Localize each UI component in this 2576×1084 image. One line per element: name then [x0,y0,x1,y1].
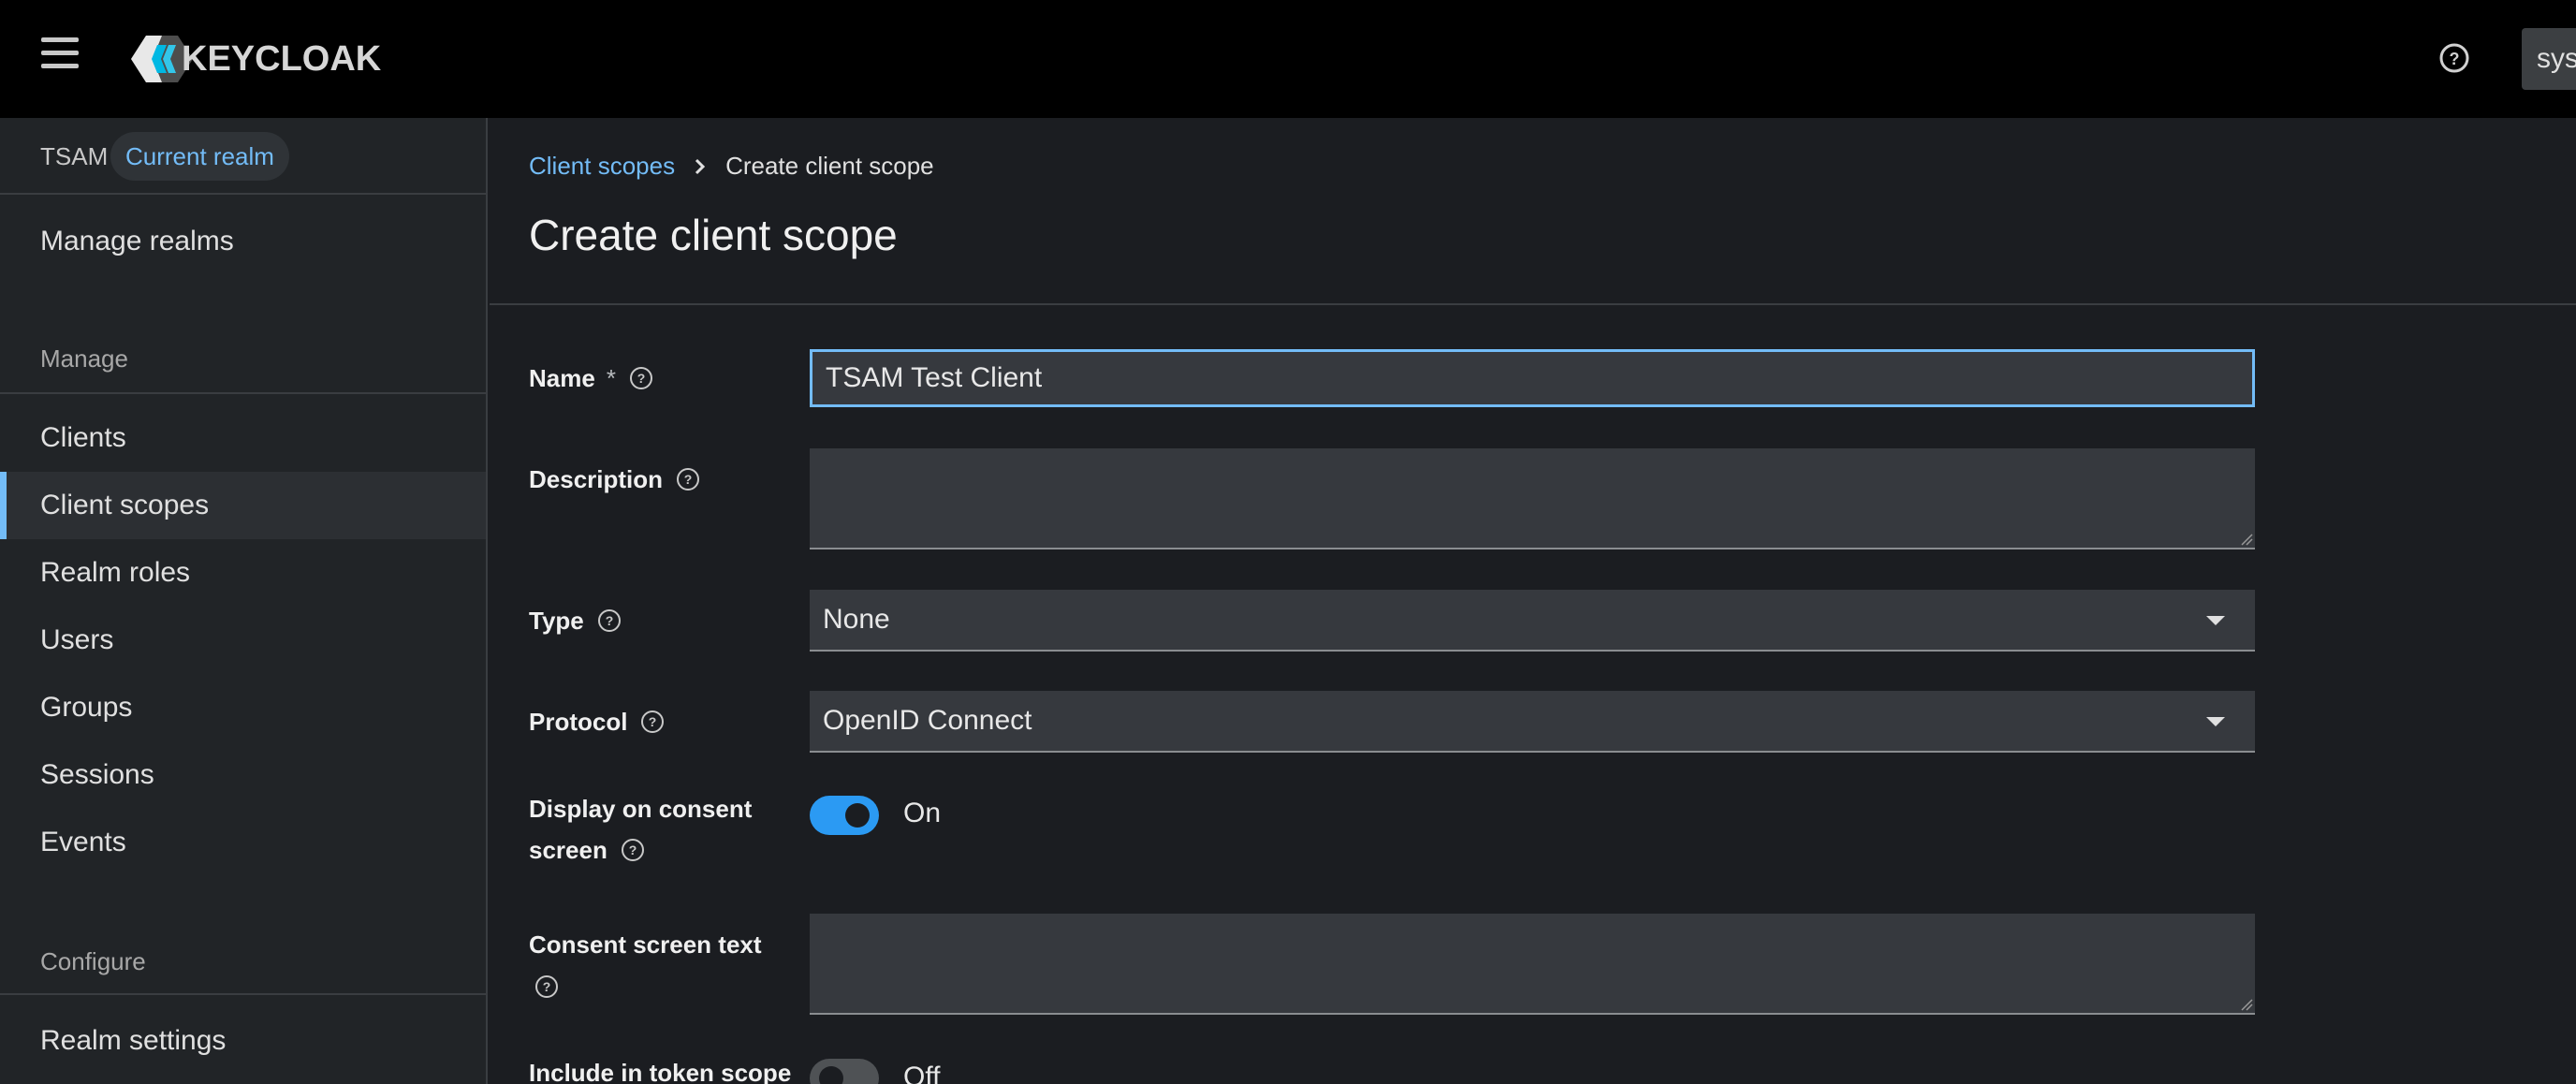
help-icon[interactable]: ? [640,710,665,734]
display-on-consent-toggle[interactable] [810,796,879,835]
consent-screen-text-label-row1: Consent screen text [529,924,762,965]
description-textarea[interactable] [810,448,2255,549]
svg-text:?: ? [2450,50,2460,68]
sidebar-item-users[interactable]: Users [0,607,486,674]
help-icon[interactable]: ? [597,608,622,633]
include-in-token-scope-toggle[interactable] [810,1059,879,1084]
include-in-token-scope-label: Include in token scope [529,1052,791,1084]
display-on-consent-state: On [903,798,942,828]
protocol-select[interactable]: OpenID Connect [810,691,2255,753]
hamburger-menu-icon[interactable] [41,37,79,75]
svg-text:?: ? [684,472,693,487]
resize-grip-icon[interactable] [2240,998,2253,1011]
svg-text:?: ? [637,371,646,386]
protocol-label: Protocol ? [529,701,665,742]
display-on-consent-label-line2-text: screen [529,836,607,864]
toggle-knob [819,1066,843,1084]
svg-text:?: ? [649,714,657,729]
name-label-text: Name [529,364,595,392]
sidebar: TSAM Current realm Manage realms Manage … [0,118,488,1084]
help-icon[interactable]: ? [2437,41,2471,75]
svg-text:?: ? [543,979,551,994]
caret-down-icon [2206,616,2225,625]
svg-text:?: ? [605,613,613,628]
include-in-token-scope-state: Off [903,1062,941,1084]
section-title-manage: Manage [40,344,128,373]
help-icon[interactable]: ? [534,974,559,999]
brand-name: KEYCLOAK [182,38,382,79]
protocol-label-text: Protocol [529,708,628,736]
sidebar-item-realm-settings[interactable]: Realm settings [0,1007,486,1075]
section-title-configure: Configure [40,947,146,975]
keycloak-logo[interactable]: KEYCLOAK [129,34,381,84]
type-label-text: Type [529,607,584,635]
page-header: Client scopes Create client scope Create… [490,118,2576,305]
description-label-text: Description [529,465,664,493]
type-select[interactable]: None [810,590,2255,652]
sidebar-item-groups[interactable]: Groups [0,674,486,741]
sidebar-item-events[interactable]: Events [0,809,486,876]
description-label: Description ? [529,459,700,500]
svg-text:?: ? [629,842,637,857]
display-on-consent-label-row1: Display on consent [529,788,752,829]
chevron-right-icon [695,158,706,174]
toggle-knob [845,803,870,828]
realm-name: TSAM [40,142,109,170]
consent-screen-text-label-text: Consent screen text [529,930,762,959]
include-in-token-scope-label-text: Include in token scope [529,1059,792,1084]
help-icon[interactable]: ? [629,366,653,390]
sidebar-item-client-scopes[interactable]: Client scopes [0,472,486,539]
breadcrumb-current: Create client scope [725,152,934,180]
sidebar-item-manage-realms[interactable]: Manage realms [0,208,486,275]
current-realm-badge: Current realm [110,132,289,181]
breadcrumb-link-client-scopes[interactable]: Client scopes [529,152,675,181]
help-icon[interactable]: ? [621,838,645,862]
consent-screen-text-textarea[interactable] [810,914,2255,1015]
name-input[interactable] [810,349,2255,407]
page-title: Create client scope [529,211,898,259]
display-on-consent-label-row2: screen ? [529,829,645,871]
main-content: Client scopes Create client scope Create… [490,118,2576,1084]
required-marker: * [606,364,616,392]
realm-selector[interactable]: TSAM Current realm [0,118,486,195]
type-select-value: None [823,604,890,635]
masthead: KEYCLOAK ? syst [0,0,2576,118]
user-menu-toggle[interactable]: syst [2522,28,2576,90]
sidebar-item-sessions[interactable]: Sessions [0,741,486,809]
sidebar-item-realm-roles[interactable]: Realm roles [0,539,486,607]
help-icon[interactable]: ? [676,467,700,491]
name-label: Name * ? [529,358,653,399]
breadcrumb: Client scopes Create client scope [529,152,934,181]
display-on-consent-label-line1-text: Display on consent [529,795,753,823]
protocol-select-value: OpenID Connect [823,705,1032,736]
sidebar-item-clients[interactable]: Clients [0,404,486,472]
resize-grip-icon[interactable] [2240,533,2253,546]
type-label: Type ? [529,600,622,641]
section-divider [0,392,486,394]
section-divider [0,993,486,995]
caret-down-icon [2206,717,2225,726]
